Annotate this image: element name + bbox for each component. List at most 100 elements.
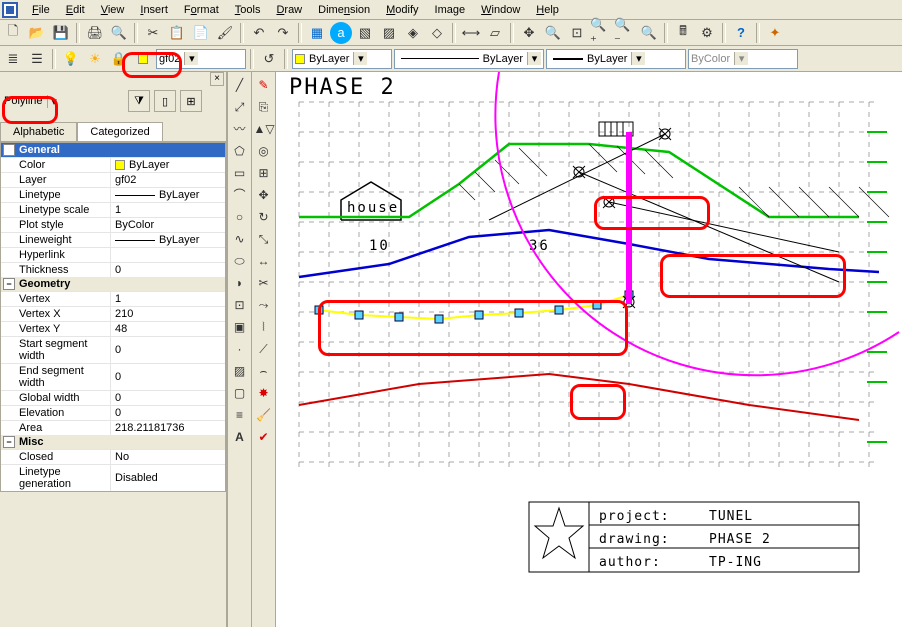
print-preview-icon[interactable]: 🔍 [108,22,130,44]
quick-select-icon[interactable]: ⧩ [128,90,150,112]
audit-icon[interactable]: ✔ [254,428,274,446]
color-combo[interactable]: ByLayer ▾ [292,49,392,69]
zoom-in-icon[interactable]: 🔍⁺ [590,22,612,44]
collapse-icon[interactable]: − [3,144,15,156]
zoom-out-icon[interactable]: 🔍⁻ [614,22,636,44]
property-row[interactable]: LinetypeByLayer [1,187,225,202]
property-row[interactable]: ColorByLayer [1,157,225,172]
point-icon[interactable]: · [230,340,250,358]
menu-modify[interactable]: Modify [378,2,426,18]
property-row[interactable]: Global width0 [1,390,225,405]
props-icon[interactable]: ⚙ [696,22,718,44]
hatch-icon[interactable]: ▨ [230,362,250,380]
menu-view[interactable]: View [93,2,133,18]
layer-manager-icon[interactable]: ≣ [2,48,24,70]
group-geometry[interactable]: −Geometry [1,277,225,291]
collapse-icon[interactable]: − [3,278,15,290]
undo-icon[interactable]: ↶ [248,22,270,44]
grid-icon[interactable]: ▦ [306,22,328,44]
move-icon[interactable]: ✥ [254,186,274,204]
layer-color-icon[interactable] [132,48,154,70]
property-row[interactable]: Vertex Y48 [1,321,225,336]
menu-window[interactable]: Window [473,2,528,18]
extra-icon[interactable]: ✦ [764,22,786,44]
menu-tools[interactable]: Tools [227,2,269,18]
ellipse-icon[interactable]: ⬭ [230,252,250,270]
menu-image[interactable]: Image [427,2,474,18]
zoom-win-icon[interactable]: ⊡ [566,22,588,44]
chamfer-icon[interactable]: ⟋ [254,340,274,358]
property-row[interactable]: Vertex X210 [1,306,225,321]
toggle-pickadd-icon[interactable]: ⊞ [180,90,202,112]
tool-a-icon[interactable]: ▧ [354,22,376,44]
array-icon[interactable]: ⊞ [254,164,274,182]
fillet-icon[interactable]: ⌢ [254,362,274,380]
property-row[interactable]: Elevation0 [1,405,225,420]
dist-icon[interactable]: ⟷ [460,22,482,44]
globe-icon[interactable]: a [330,22,352,44]
xline-icon[interactable]: ⤢ [230,98,250,116]
property-row[interactable]: Area218.21181736 [1,420,225,435]
menu-draw[interactable]: Draw [268,2,310,18]
layer-states-icon[interactable]: ☰ [26,48,48,70]
redo-icon[interactable]: ↷ [272,22,294,44]
property-row[interactable]: Thickness0 [1,262,225,277]
property-row[interactable]: Plot styleByColor [1,217,225,232]
line-icon[interactable]: ╱ [230,76,250,94]
region-icon[interactable]: ▢ [230,384,250,402]
select-objects-icon[interactable]: ▯ [154,90,176,112]
make-block-icon[interactable]: ▣ [230,318,250,336]
multiline-icon[interactable]: ≡ [230,406,250,424]
stretch-icon[interactable]: ↔ [254,252,274,270]
linetype-combo[interactable]: ByLayer ▾ [394,49,544,69]
calc-icon[interactable]: 🖩 [672,22,694,44]
property-row[interactable]: Layergf02 [1,172,225,187]
property-row[interactable]: Linetype generationDisabled [1,464,225,491]
extend-icon[interactable]: ⤳ [254,296,274,314]
mirror-icon[interactable]: ▲▽ [254,120,274,138]
scale-icon[interactable]: ⤡ [254,230,274,248]
circle-icon[interactable]: ○ [230,208,250,226]
polyline-yellow-selected[interactable] [319,295,629,319]
drawing-area[interactable]: PHASE 2 house 10 36 [276,72,902,627]
explode-icon[interactable]: ✸ [254,384,274,402]
save-icon[interactable]: 💾 [50,22,72,44]
polygon-icon[interactable]: ⬠ [230,142,250,160]
zoom-rt-icon[interactable]: 🔍 [542,22,564,44]
help-icon[interactable]: ? [730,22,752,44]
menu-file[interactable]: File [24,2,58,18]
pan-icon[interactable]: ✥ [518,22,540,44]
menu-dimension[interactable]: Dimension [310,2,378,18]
insert-block-icon[interactable]: ⊡ [230,296,250,314]
menu-help[interactable]: Help [528,2,567,18]
menu-insert[interactable]: Insert [132,2,176,18]
arc-magenta[interactable] [495,72,899,375]
property-row[interactable]: Linetype scale1 [1,202,225,217]
match-icon[interactable]: 🖌 [214,22,236,44]
layer-prev-icon[interactable]: ↺ [258,48,280,70]
close-icon[interactable]: × [210,72,224,86]
sun-icon[interactable]: ☀ [84,48,106,70]
open-icon[interactable]: 📂 [26,22,48,44]
cut-icon[interactable]: ✂ [142,22,164,44]
bulb-icon[interactable]: 💡 [60,48,82,70]
pline-icon[interactable]: 〰 [230,120,250,138]
group-general[interactable]: −General [1,143,225,157]
tool-c-icon[interactable]: ◈ [402,22,424,44]
new-icon[interactable]: 🗋 [2,22,24,44]
group-misc[interactable]: −Misc [1,435,225,449]
copy-icon[interactable]: 📋 [166,22,188,44]
line-black-2[interactable] [579,172,839,282]
paste-icon[interactable]: 📄 [190,22,212,44]
zoom-ext-icon[interactable]: 🔍 [638,22,660,44]
layer-combo[interactable]: gf02 ▾ [156,49,246,69]
break-icon[interactable]: ⦚ [254,318,274,336]
text-icon[interactable]: A [230,428,250,446]
property-row[interactable]: LineweightByLayer [1,232,225,247]
tab-alphabetic[interactable]: Alphabetic [0,122,77,141]
property-row[interactable]: Hyperlink [1,247,225,262]
menu-format[interactable]: Format [176,2,227,18]
line-black-3[interactable] [609,202,839,252]
object-type-combo[interactable]: Polyline ▾ [4,95,124,108]
tool-b-icon[interactable]: ▨ [378,22,400,44]
